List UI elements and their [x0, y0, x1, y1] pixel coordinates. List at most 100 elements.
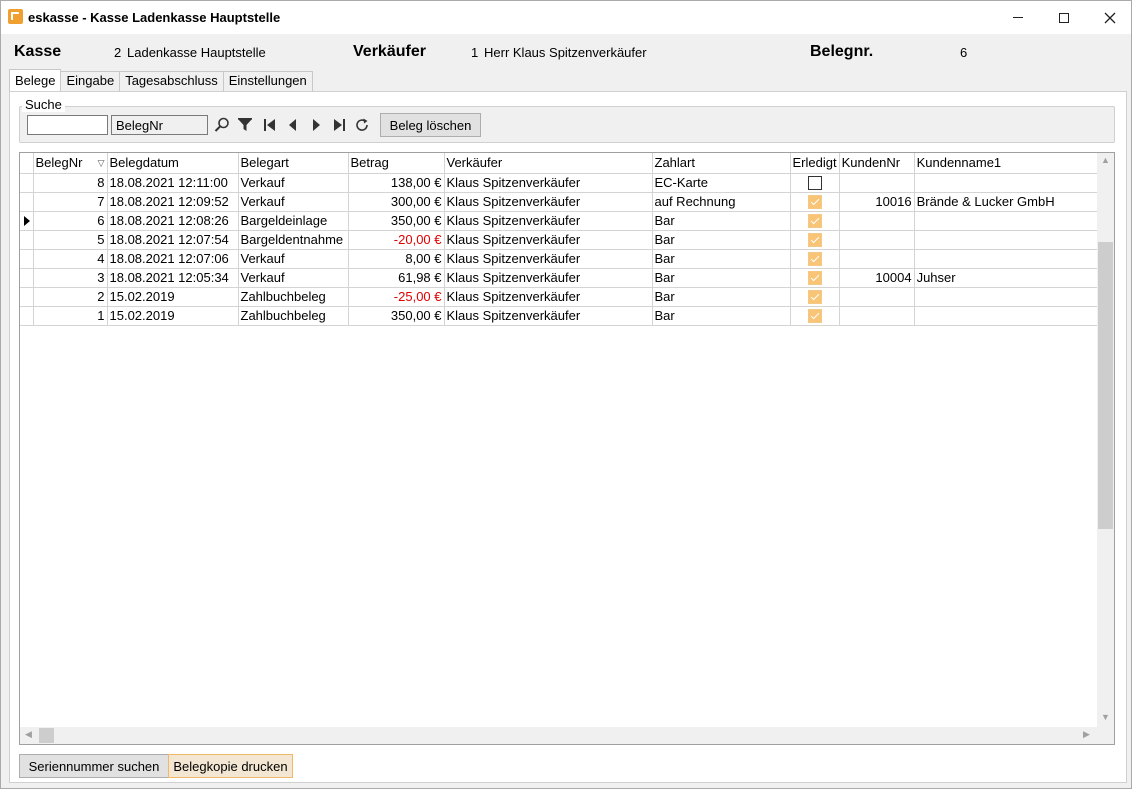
cell-verkaeufer[interactable]: Klaus Spitzenverkäufer: [444, 306, 653, 326]
row-indicator[interactable]: [20, 230, 34, 250]
cell-zahlart[interactable]: EC-Karte: [652, 173, 791, 193]
cell-belegart[interactable]: Bargeldentnahme: [238, 230, 349, 250]
cell-betrag[interactable]: 138,00 €: [348, 173, 445, 193]
cell-verkaeufer[interactable]: Klaus Spitzenverkäufer: [444, 173, 653, 193]
cell-belegdatum[interactable]: 18.08.2021 12:08:26: [107, 211, 239, 231]
cell-betrag[interactable]: 350,00 €: [348, 306, 445, 326]
horizontal-scrollbar[interactable]: ◀ ▶: [20, 727, 1097, 744]
search-icon[interactable]: [213, 116, 231, 134]
cell-kundenname1[interactable]: Brände & Lucker GmbH: [914, 192, 1098, 212]
erledigt-checkbox[interactable]: [807, 290, 822, 305]
erledigt-checkbox[interactable]: [807, 176, 822, 191]
cell-zahlart[interactable]: Bar: [652, 211, 791, 231]
cell-verkaeufer[interactable]: Klaus Spitzenverkäufer: [444, 230, 653, 250]
delete-receipt-button[interactable]: Beleg löschen: [380, 113, 481, 137]
cell-zahlart[interactable]: Bar: [652, 287, 791, 307]
cell-kundennr[interactable]: [839, 249, 915, 269]
horizontal-scroll-thumb[interactable]: [39, 728, 54, 743]
cell-kundenname1[interactable]: [914, 306, 1098, 326]
cell-verkaeufer[interactable]: Klaus Spitzenverkäufer: [444, 268, 653, 288]
filter-icon[interactable]: [236, 116, 254, 134]
scroll-down-icon[interactable]: ▼: [1101, 712, 1110, 722]
cell-belegart[interactable]: Zahlbuchbeleg: [238, 287, 349, 307]
prev-record-icon[interactable]: [284, 116, 302, 134]
cell-erledigt[interactable]: [790, 306, 840, 326]
row-indicator[interactable]: [20, 173, 34, 193]
cell-belegdatum[interactable]: 18.08.2021 12:09:52: [107, 192, 239, 212]
minimize-button[interactable]: [995, 1, 1041, 34]
cell-belegdatum[interactable]: 18.08.2021 12:07:06: [107, 249, 239, 269]
cell-belegnr[interactable]: 3: [33, 268, 108, 288]
last-record-icon[interactable]: [330, 116, 348, 134]
cell-kundennr[interactable]: [839, 173, 915, 193]
col-header-betrag[interactable]: Betrag: [348, 153, 445, 174]
col-header-belegdatum[interactable]: Belegdatum: [107, 153, 239, 174]
cell-belegnr[interactable]: 8: [33, 173, 108, 193]
cell-erledigt[interactable]: [790, 268, 840, 288]
table-row[interactable]: 3 18.08.2021 12:05:34 Verkauf 61,98 € Klaus …: [20, 268, 1098, 288]
table-row[interactable]: 5 18.08.2021 12:07:54 Bargeldentnahme -20,0…: [20, 230, 1098, 250]
cell-erledigt[interactable]: [790, 192, 840, 212]
cell-belegdatum[interactable]: 18.08.2021 12:11:00: [107, 173, 239, 193]
table-row[interactable]: 6 18.08.2021 12:08:26 Bargeldeinlage 350,00…: [20, 211, 1098, 231]
cell-zahlart[interactable]: auf Rechnung: [652, 192, 791, 212]
cell-erledigt[interactable]: [790, 287, 840, 307]
cell-betrag[interactable]: 300,00 €: [348, 192, 445, 212]
cell-erledigt[interactable]: [790, 173, 840, 193]
table-row[interactable]: 7 18.08.2021 12:09:52 Verkauf 300,00 € Klaus…: [20, 192, 1098, 212]
cell-belegnr[interactable]: 6: [33, 211, 108, 231]
cell-belegart[interactable]: Verkauf: [238, 268, 349, 288]
row-indicator[interactable]: [20, 287, 34, 307]
scroll-right-icon[interactable]: ▶: [1083, 729, 1090, 740]
cell-belegnr[interactable]: 4: [33, 249, 108, 269]
table-row[interactable]: 8 18.08.2021 12:11:00 Verkauf 138,00 € Klaus…: [20, 173, 1098, 193]
cell-kundenname1[interactable]: [914, 173, 1098, 193]
close-button[interactable]: [1087, 1, 1132, 34]
col-header-erledigt[interactable]: Erledigt: [790, 153, 840, 174]
erledigt-checkbox[interactable]: [807, 309, 822, 324]
cell-erledigt[interactable]: [790, 249, 840, 269]
cell-erledigt[interactable]: [790, 211, 840, 231]
cell-belegnr[interactable]: 7: [33, 192, 108, 212]
cell-betrag[interactable]: 61,98 €: [348, 268, 445, 288]
cell-belegnr[interactable]: 2: [33, 287, 108, 307]
cell-belegart[interactable]: Verkauf: [238, 173, 349, 193]
row-indicator[interactable]: [20, 192, 34, 212]
tab-eingabe[interactable]: Eingabe: [60, 71, 121, 91]
cell-zahlart[interactable]: Bar: [652, 249, 791, 269]
cell-belegdatum[interactable]: 18.08.2021 12:07:54: [107, 230, 239, 250]
row-indicator[interactable]: [20, 249, 34, 269]
maximize-button[interactable]: [1041, 1, 1087, 34]
vertical-scrollbar[interactable]: ▲ ▼: [1097, 153, 1114, 727]
refresh-icon[interactable]: [353, 116, 371, 134]
cell-kundennr[interactable]: [839, 306, 915, 326]
scroll-up-icon[interactable]: ▲: [1101, 155, 1110, 165]
cell-betrag[interactable]: -25,00 €: [348, 287, 445, 307]
cell-erledigt[interactable]: [790, 230, 840, 250]
cell-belegnr[interactable]: 5: [33, 230, 108, 250]
cell-kundenname1[interactable]: [914, 287, 1098, 307]
col-header-zahlart[interactable]: Zahlart: [652, 153, 791, 174]
search-input[interactable]: [27, 115, 108, 135]
row-indicator[interactable]: [20, 268, 34, 288]
cell-kundenname1[interactable]: [914, 230, 1098, 250]
cell-betrag[interactable]: -20,00 €: [348, 230, 445, 250]
search-field-select[interactable]: BelegNr: [111, 115, 208, 135]
cell-belegdatum[interactable]: 18.08.2021 12:05:34: [107, 268, 239, 288]
cell-kundennr[interactable]: [839, 287, 915, 307]
scroll-left-icon[interactable]: ◀: [25, 729, 32, 740]
col-header-verkaeufer[interactable]: Verkäufer: [444, 153, 653, 174]
row-indicator[interactable]: [20, 306, 34, 326]
cell-belegart[interactable]: Bargeldeinlage: [238, 211, 349, 231]
erledigt-checkbox[interactable]: [807, 233, 822, 248]
erledigt-checkbox[interactable]: [807, 214, 822, 229]
first-record-icon[interactable]: [261, 116, 279, 134]
cell-belegart[interactable]: Verkauf: [238, 192, 349, 212]
cell-kundenname1[interactable]: [914, 249, 1098, 269]
cell-kundenname1[interactable]: Juhser: [914, 268, 1098, 288]
title-bar[interactable]: eskasse - Kasse Ladenkasse Hauptstelle: [1, 1, 1131, 34]
table-row[interactable]: 2 15.02.2019 Zahlbuchbeleg -25,00 € Klaus Sp…: [20, 287, 1098, 307]
col-header-belegnr[interactable]: BelegNr ▽: [33, 153, 108, 174]
cell-verkaeufer[interactable]: Klaus Spitzenverkäufer: [444, 211, 653, 231]
cell-belegdatum[interactable]: 15.02.2019: [107, 287, 239, 307]
